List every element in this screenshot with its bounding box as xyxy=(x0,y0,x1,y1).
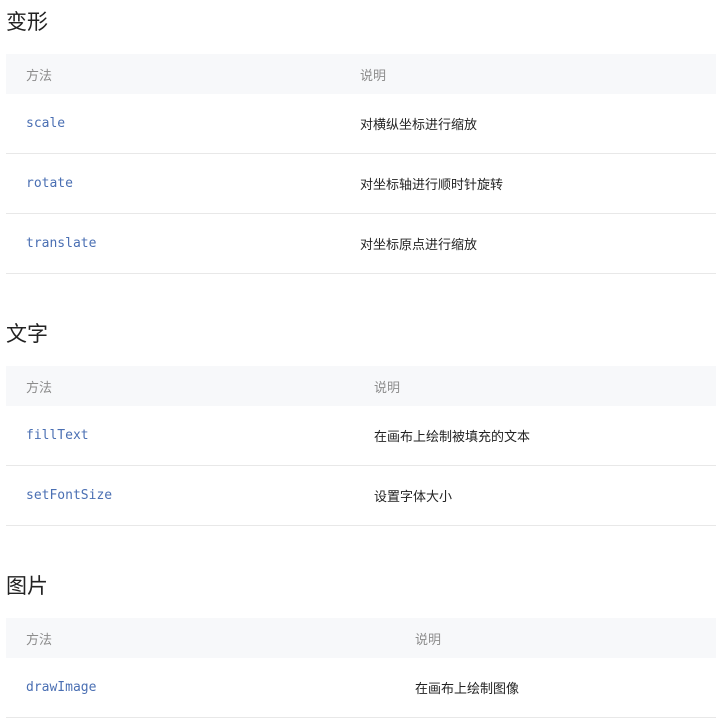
column-header-description: 说明 xyxy=(415,632,442,648)
table-header-row: 方法 说明 xyxy=(6,54,716,94)
method-name[interactable]: setFontSize xyxy=(6,465,354,526)
section-title: 变形 xyxy=(6,10,48,34)
table-row: fillText 在画布上绘制被填充的文本 xyxy=(6,406,716,466)
table-row: scale 对横纵坐标进行缩放 xyxy=(6,94,716,154)
table-row: setFontSize 设置字体大小 xyxy=(6,465,716,526)
method-name[interactable]: drawImage xyxy=(6,658,395,718)
methods-table: 方法 说明 scale 对横纵坐标进行缩放 rotate 对坐标轴进行顺时针旋转… xyxy=(6,54,716,274)
method-description: 在画布上绘制被填充的文本 xyxy=(354,406,716,466)
method-name[interactable]: scale xyxy=(6,94,340,154)
method-name[interactable]: rotate xyxy=(6,153,340,214)
method-name[interactable]: translate xyxy=(6,213,340,274)
method-description: 设置字体大小 xyxy=(354,465,716,526)
column-header-method: 方法 xyxy=(26,632,53,648)
column-header-description: 说明 xyxy=(360,68,387,84)
table-row: translate 对坐标原点进行缩放 xyxy=(6,213,716,274)
column-header-description: 说明 xyxy=(374,380,401,396)
column-header-method: 方法 xyxy=(26,68,53,84)
table-header-row: 方法 说明 xyxy=(6,618,716,658)
method-description: 在画布上绘制图像 xyxy=(395,658,716,718)
method-description: 对坐标轴进行顺时针旋转 xyxy=(340,153,716,214)
column-header-method: 方法 xyxy=(26,380,53,396)
method-name[interactable]: fillText xyxy=(6,406,354,466)
section-title: 文字 xyxy=(6,322,48,346)
method-description: 对坐标原点进行缩放 xyxy=(340,213,716,274)
methods-table: 方法 说明 drawImage 在画布上绘制图像 xyxy=(6,618,716,718)
table-row: rotate 对坐标轴进行顺时针旋转 xyxy=(6,153,716,214)
method-description: 对横纵坐标进行缩放 xyxy=(340,94,716,154)
methods-table: 方法 说明 fillText 在画布上绘制被填充的文本 setFontSize … xyxy=(6,366,716,526)
table-header-row: 方法 说明 xyxy=(6,366,716,406)
section-title: 图片 xyxy=(6,574,48,598)
table-row: drawImage 在画布上绘制图像 xyxy=(6,658,716,718)
